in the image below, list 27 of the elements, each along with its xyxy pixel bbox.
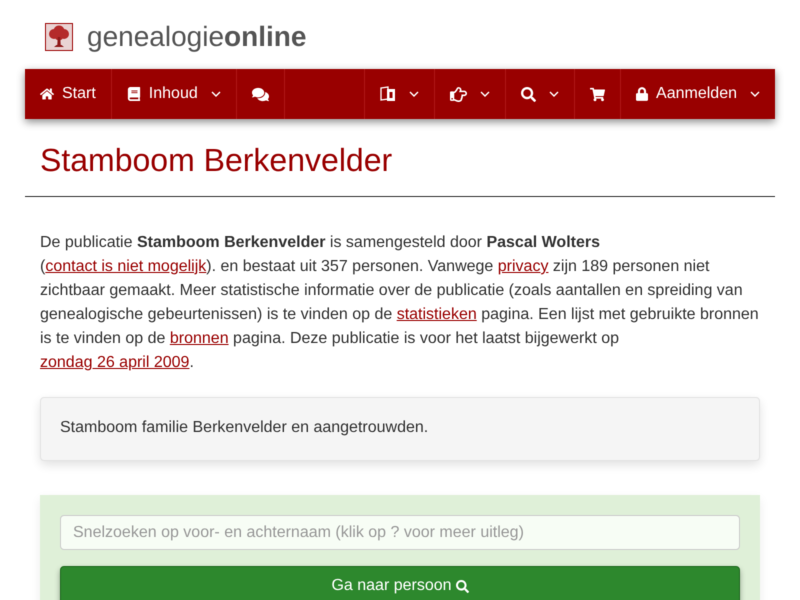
two-pages-icon [380,86,396,102]
cart-icon [590,86,606,102]
text-link[interactable]: contact is niet mogelijk [45,258,206,275]
search-icon [521,86,536,102]
site-logo-text[interactable]: genealogieonline [87,20,306,52]
nav-item-label: Inhoud [148,84,198,104]
tree-logo-icon[interactable] [45,22,73,50]
book-icon [126,87,141,101]
nav-menu-item[interactable]: Aanmelden [620,69,775,119]
nav-item-label: Start [62,84,96,104]
nav-menu-item[interactable]: Start [25,69,112,119]
nav-menu-item[interactable]: Inhoud [112,69,237,119]
chat-icon [252,86,269,102]
text-link[interactable]: privacy [498,258,548,275]
go-to-person-button[interactable]: Ga naar persoon [60,566,740,600]
page-title: Stamboom Berkenvelder [40,141,394,179]
home-icon [40,87,54,101]
intro-paragraph: De publicatie Stamboom Berkenvelder is samengesteld door Pascal Wolters (contact is niet mogelijk). en bestaat uit 357 personen. Vanwege privacy zijn 189 personen niet zichtbaar gemaakt. Meer statistische informatie over de publicatie (zoals aantallen en spreiding van genealogische gebeurtenissen) is te vinden op de statistieken pagina. Een lijst met gebruikte bronnen is te vinden op de bronnen pagina. Deze publicatie is voor het laatst bijgewerkt op zondag 26 april 2009. [40,233,760,373]
search-icon [456,580,469,592]
lock-icon [636,87,648,101]
text-link[interactable]: zondag 26 april 2009 [40,354,190,371]
description-text: Stamboom familie Berkenvelder en aangetrouwden. [60,418,430,438]
nav-item-label: Aanmelden [656,84,737,104]
search-input-field[interactable]: Snelzoeken op voor- en achternaam (klik op ? voor meer uitleg) [60,515,740,550]
pointing-hand-icon [450,86,468,102]
text-link[interactable]: statistieken [396,306,477,323]
text-link[interactable]: bronnen [170,330,229,347]
